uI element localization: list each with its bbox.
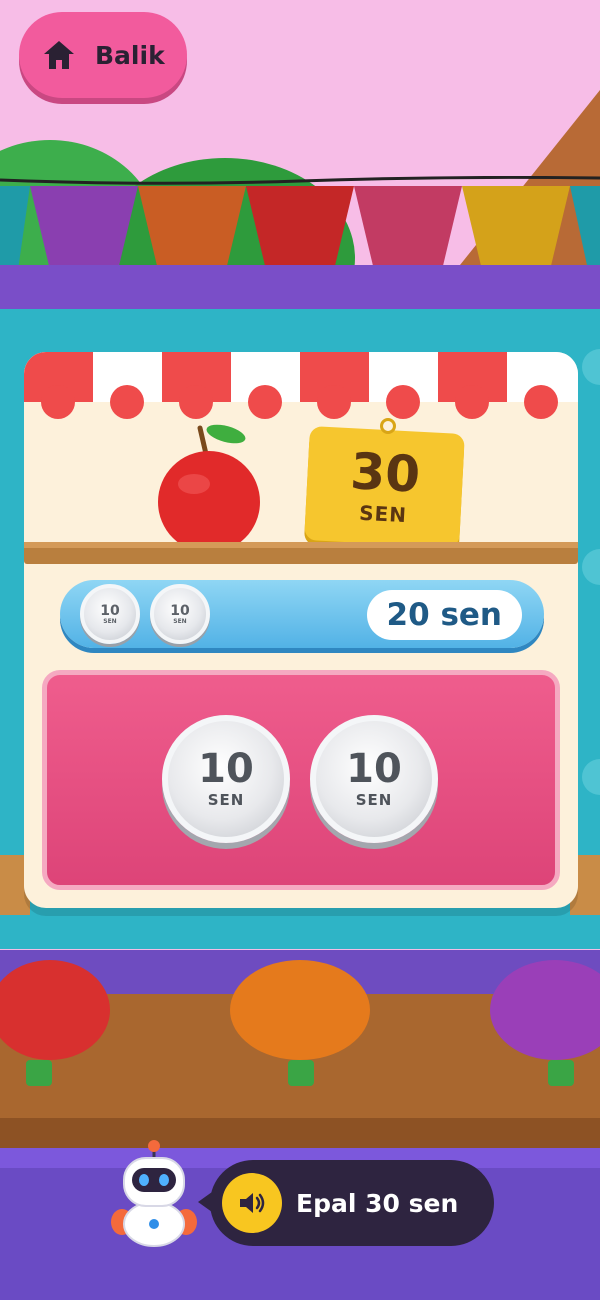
bunting-flag [138, 186, 246, 270]
bunting-flag [30, 186, 138, 270]
back-button-label: Balik [95, 40, 165, 70]
price-unit: SEN [358, 500, 408, 528]
home-icon [44, 41, 74, 69]
speaker-icon [240, 1193, 265, 1213]
coin-unit: SEN [355, 791, 393, 809]
speech-bubble: Epal 30 sen [198, 1160, 494, 1246]
shelf-board [0, 1118, 600, 1148]
fruit-stem [288, 1060, 314, 1086]
fruit-stem [26, 1060, 52, 1086]
bunting-flag [246, 186, 354, 270]
paid-coin[interactable]: 10 SEN [150, 584, 210, 644]
paid-coin[interactable]: 10 SEN [80, 584, 140, 644]
play-audio-button[interactable] [222, 1173, 282, 1233]
coin-10-sen[interactable]: 10 SEN [162, 715, 290, 843]
orange-decoration [230, 960, 370, 1060]
fruit-stem [548, 1060, 574, 1086]
coin-value: 10 [100, 602, 120, 619]
bunting-flag [462, 186, 570, 270]
coin-unit: SEN [207, 791, 245, 809]
coin-value: 10 [198, 746, 254, 792]
bunting-flag [570, 186, 600, 270]
game-scene: Balik 30 SEN 10 SEN 10 SEN 20 sen 10 SEN… [0, 0, 600, 1300]
coin-unit: SEN [173, 617, 187, 625]
bunting-flag [354, 186, 462, 270]
coin-10-sen[interactable]: 10 SEN [310, 715, 438, 843]
coin-tray: 10 SEN 10 SEN [42, 670, 560, 890]
back-button[interactable]: Balik [19, 12, 187, 98]
bunting-flag [0, 186, 30, 270]
purchase-card: 30 SEN 10 SEN 10 SEN 20 sen 10 SEN 10 SE… [24, 352, 578, 908]
bunting-string [0, 176, 600, 185]
stall-beam [0, 265, 600, 309]
coin-value: 10 [170, 602, 190, 619]
robot-avatar [111, 1140, 197, 1247]
paid-total-badge: 20 sen [366, 590, 522, 640]
tag-ring [380, 418, 396, 434]
narrator-message: Epal 30 sen [296, 1188, 459, 1218]
price-tag: 30 SEN [304, 426, 465, 548]
apple-item [158, 424, 260, 553]
awning [24, 352, 578, 419]
paid-coins-bar: 10 SEN 10 SEN 20 sen [60, 580, 544, 648]
coin-unit: SEN [103, 617, 117, 625]
display-shelf [24, 542, 578, 564]
paid-total-label: 20 sen [386, 597, 502, 633]
price-amount: 30 [348, 442, 422, 504]
coin-value: 10 [346, 746, 402, 792]
